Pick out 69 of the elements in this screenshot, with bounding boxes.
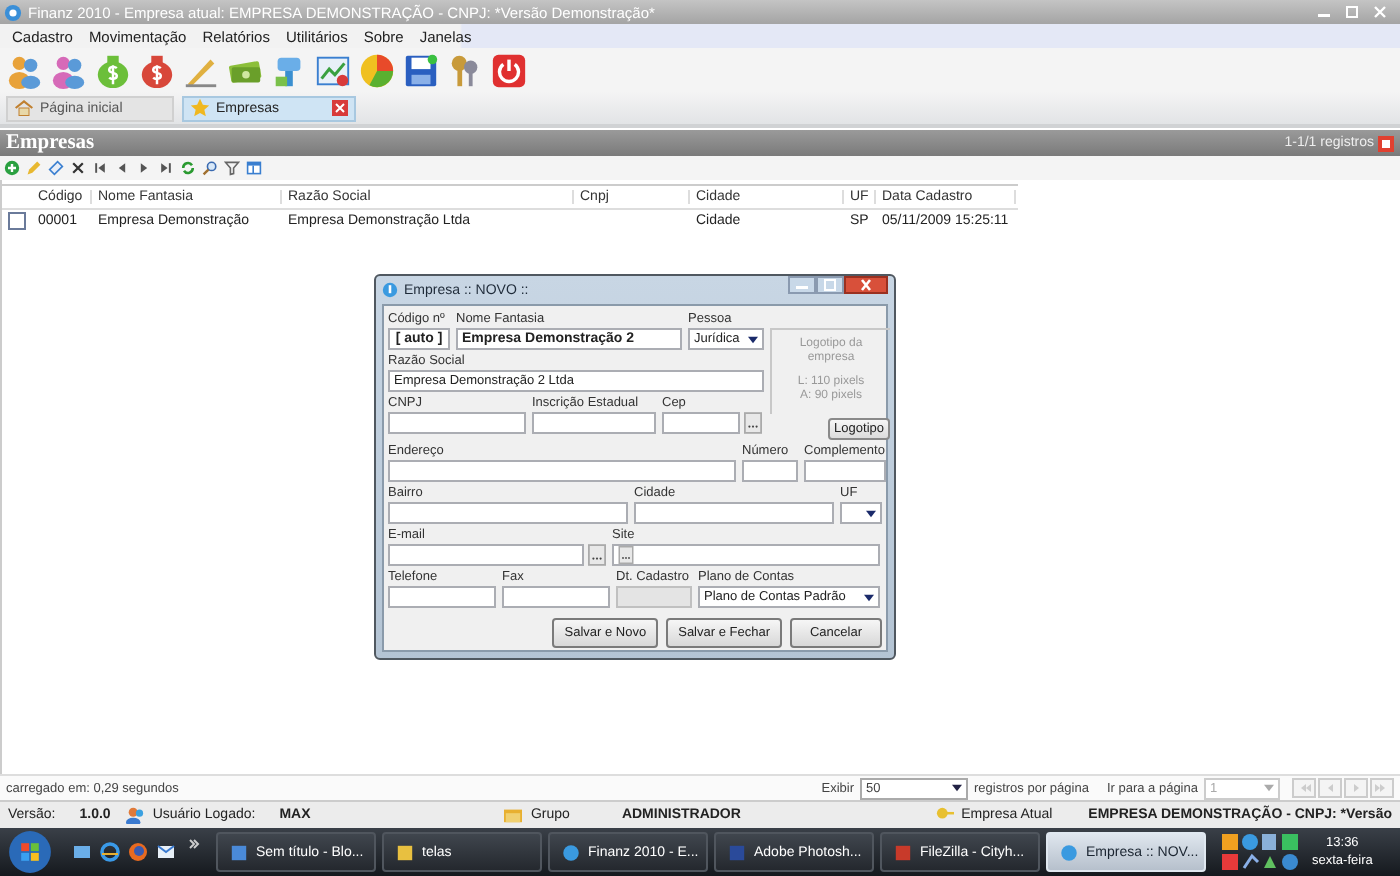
maximize-button[interactable]: [1340, 4, 1364, 20]
panel-title: Empresas: [6, 132, 97, 154]
people-icon[interactable]: [6, 51, 44, 89]
columns-icon[interactable]: [246, 160, 262, 176]
ellipsis-button[interactable]: [588, 544, 606, 566]
pie-chart-icon[interactable]: [358, 51, 396, 89]
input-field[interactable]: [742, 460, 798, 482]
previous-icon[interactable]: [114, 160, 130, 176]
user-icon: [126, 806, 145, 824]
app-icon: [396, 843, 414, 861]
app-icon: [1060, 843, 1078, 861]
pencil-icon[interactable]: [26, 160, 42, 176]
input-field[interactable]: [388, 586, 496, 608]
add-icon[interactable]: [4, 160, 20, 176]
dropdown-arrow-icon[interactable]: [864, 593, 874, 601]
row-checkbox[interactable]: [8, 212, 26, 230]
maximize-button[interactable]: [816, 276, 844, 294]
app-icon: [230, 843, 248, 861]
desktop-icon[interactable]: [72, 842, 92, 862]
input-field[interactable]: [616, 586, 692, 608]
dropdown-arrow-icon[interactable]: [952, 784, 962, 792]
input-field[interactable]: [532, 412, 656, 434]
first-icon[interactable]: [92, 160, 108, 176]
firefox-icon[interactable]: [128, 842, 148, 862]
app-icon: [562, 843, 580, 861]
ellipsis-button[interactable]: [618, 546, 634, 564]
refresh-icon[interactable]: [180, 160, 196, 176]
filter-icon[interactable]: [224, 160, 240, 176]
money-icon[interactable]: [94, 51, 132, 89]
chart-icon[interactable]: [314, 51, 352, 89]
group-icon: [504, 806, 523, 824]
people-icon[interactable]: [50, 51, 88, 89]
money-icon[interactable]: [138, 51, 176, 89]
app-icon: [894, 843, 912, 861]
input-field[interactable]: [804, 460, 886, 482]
close-button[interactable]: [844, 276, 888, 294]
close-tab-icon[interactable]: [332, 100, 348, 116]
delete-icon[interactable]: [70, 160, 86, 176]
ellipsis-button[interactable]: [744, 412, 762, 434]
input-field[interactable]: [502, 586, 610, 608]
last-icon[interactable]: [158, 160, 174, 176]
input-field[interactable]: [634, 502, 834, 524]
close-icon[interactable]: [1378, 135, 1394, 151]
input-field[interactable]: [662, 412, 740, 434]
app-icon: [728, 843, 746, 861]
dropdown-arrow-icon[interactable]: [748, 335, 758, 343]
dropdown-arrow-icon[interactable]: [866, 509, 876, 517]
minimize-button[interactable]: [788, 276, 816, 294]
home-icon: [14, 98, 34, 118]
eraser-icon[interactable]: [48, 160, 64, 176]
star-icon: [190, 98, 210, 118]
input-field[interactable]: [388, 502, 628, 524]
app-icon: [4, 3, 22, 21]
overflow-icon[interactable]: [188, 838, 200, 850]
input-field[interactable]: [612, 544, 880, 566]
save-icon[interactable]: [402, 51, 440, 89]
tray-icons-drawing[interactable]: [1220, 832, 1300, 872]
search-icon[interactable]: [202, 160, 218, 176]
browser-icon[interactable]: [100, 842, 120, 862]
app-icon: [382, 282, 398, 298]
input-field[interactable]: [388, 412, 526, 434]
power-icon[interactable]: [490, 51, 528, 89]
next-icon[interactable]: [136, 160, 152, 176]
input-field[interactable]: [388, 544, 584, 566]
start-button[interactable]: [8, 830, 52, 874]
select-field[interactable]: [840, 502, 882, 524]
key-icon: [935, 806, 954, 824]
input-field[interactable]: [388, 460, 736, 482]
mail-icon[interactable]: [156, 842, 176, 862]
